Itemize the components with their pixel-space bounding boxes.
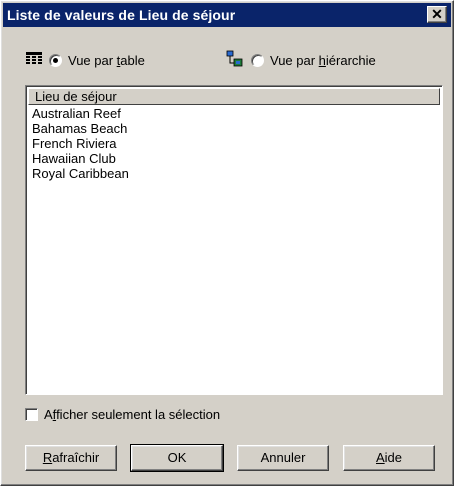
hierarchy-view-label: Vue par hiérarchie: [270, 52, 376, 68]
refresh-button[interactable]: Rafraîchir: [25, 445, 117, 471]
show-selection-checkbox[interactable]: [25, 407, 38, 421]
show-selection-option[interactable]: Afficher seulement la sélection: [25, 405, 220, 423]
table-grid-icon: [25, 51, 43, 70]
dialog-title: Liste de valeurs de Lieu de séjour: [7, 7, 236, 23]
table-view-option[interactable]: Vue par table: [25, 49, 145, 71]
list-item[interactable]: Royal Caribbean: [32, 166, 129, 181]
dialog-window: Liste de valeurs de Lieu de séjour ✕ Vue…: [0, 0, 454, 486]
hierarchy-view-radio[interactable]: [251, 53, 264, 67]
cancel-button[interactable]: Annuler: [237, 445, 329, 471]
list-item[interactable]: Hawaiian Club: [32, 151, 129, 166]
hierarchy-icon: [225, 50, 245, 71]
list-items: Australian Reef Bahamas Beach French Riv…: [32, 106, 129, 181]
values-listbox[interactable]: Lieu de séjour Australian Reef Bahamas B…: [25, 85, 443, 395]
title-bar[interactable]: Liste de valeurs de Lieu de séjour ✕: [3, 3, 451, 27]
hierarchy-view-option[interactable]: Vue par hiérarchie: [225, 49, 376, 71]
list-item[interactable]: French Riviera: [32, 136, 129, 151]
column-header-lieu[interactable]: Lieu de séjour: [28, 88, 440, 105]
close-icon: ✕: [431, 6, 443, 22]
show-selection-label: Afficher seulement la sélection: [44, 406, 221, 422]
help-button[interactable]: Aide: [343, 445, 435, 471]
table-view-label: Vue par table: [68, 52, 145, 68]
list-item[interactable]: Bahamas Beach: [32, 121, 129, 136]
list-item[interactable]: Australian Reef: [32, 106, 129, 121]
ok-button[interactable]: OK: [130, 444, 224, 472]
view-options: Vue par table Vue par hiérarchie: [1, 49, 453, 71]
table-view-radio[interactable]: [49, 53, 62, 67]
close-button[interactable]: ✕: [427, 6, 447, 23]
